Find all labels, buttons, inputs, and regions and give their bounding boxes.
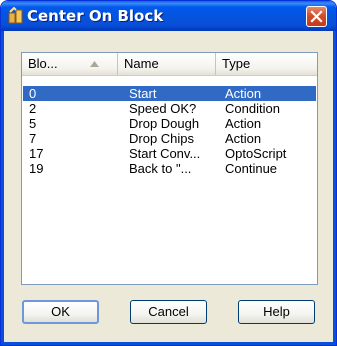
cell-type: Action (225, 131, 262, 146)
cell-block: 5 (29, 116, 37, 131)
cell-name: Back to "... (129, 161, 192, 176)
cell-name: Drop Chips (129, 131, 195, 146)
window-title: Center On Block (27, 7, 164, 25)
list-row[interactable]: 0 Start Action (23, 86, 316, 101)
cell-type: OptoScript (225, 146, 287, 161)
column-header-type-label: Type (222, 56, 251, 71)
column-header-name[interactable]: Name (118, 53, 216, 75)
list-row[interactable]: 7 Drop Chips Action (23, 131, 316, 146)
list-row[interactable]: 5 Drop Dough Action (23, 116, 316, 131)
cell-block: 0 (29, 86, 37, 101)
cell-type: Condition (225, 101, 280, 116)
ok-button[interactable]: OK (22, 300, 99, 324)
block-list[interactable]: Blo... Name Type 0 Start Action 2 Speed … (21, 52, 318, 285)
cell-name: Start Conv... (129, 146, 201, 161)
close-button[interactable] (306, 6, 327, 27)
list-row[interactable]: 19 Back to "... Continue (23, 161, 316, 176)
window-border-right (333, 31, 336, 345)
list-header: Blo... Name Type (22, 53, 317, 76)
column-header-type[interactable]: Type (216, 53, 317, 75)
cell-block: 17 (29, 146, 44, 161)
cell-type: Action (225, 86, 262, 101)
cell-type: Continue (225, 161, 278, 176)
help-button[interactable]: Help (238, 300, 315, 324)
list-row[interactable]: 2 Speed OK? Condition (23, 101, 316, 116)
column-header-name-label: Name (124, 56, 159, 71)
window-border-left (1, 31, 4, 345)
list-row[interactable]: 17 Start Conv... OptoScript (23, 146, 316, 161)
title-bar[interactable]: Center On Block (1, 1, 336, 31)
cell-block: 2 (29, 101, 37, 116)
sort-ascending-icon (90, 61, 99, 67)
close-icon (310, 10, 323, 23)
cell-type: Action (225, 116, 262, 131)
cancel-button[interactable]: Cancel (130, 300, 207, 324)
column-header-block-label: Blo... (28, 56, 58, 71)
column-header-block[interactable]: Blo... (22, 53, 118, 75)
center-on-block-dialog: Center On Block Blo... Name Type 0 Start… (0, 0, 337, 346)
cell-block: 7 (29, 131, 37, 146)
cell-name: Start (129, 86, 157, 101)
cell-name: Drop Dough (129, 116, 200, 131)
window-border-bottom (1, 342, 336, 345)
cell-block: 19 (29, 161, 44, 176)
app-icon (7, 6, 25, 25)
cell-name: Speed OK? (129, 101, 197, 116)
